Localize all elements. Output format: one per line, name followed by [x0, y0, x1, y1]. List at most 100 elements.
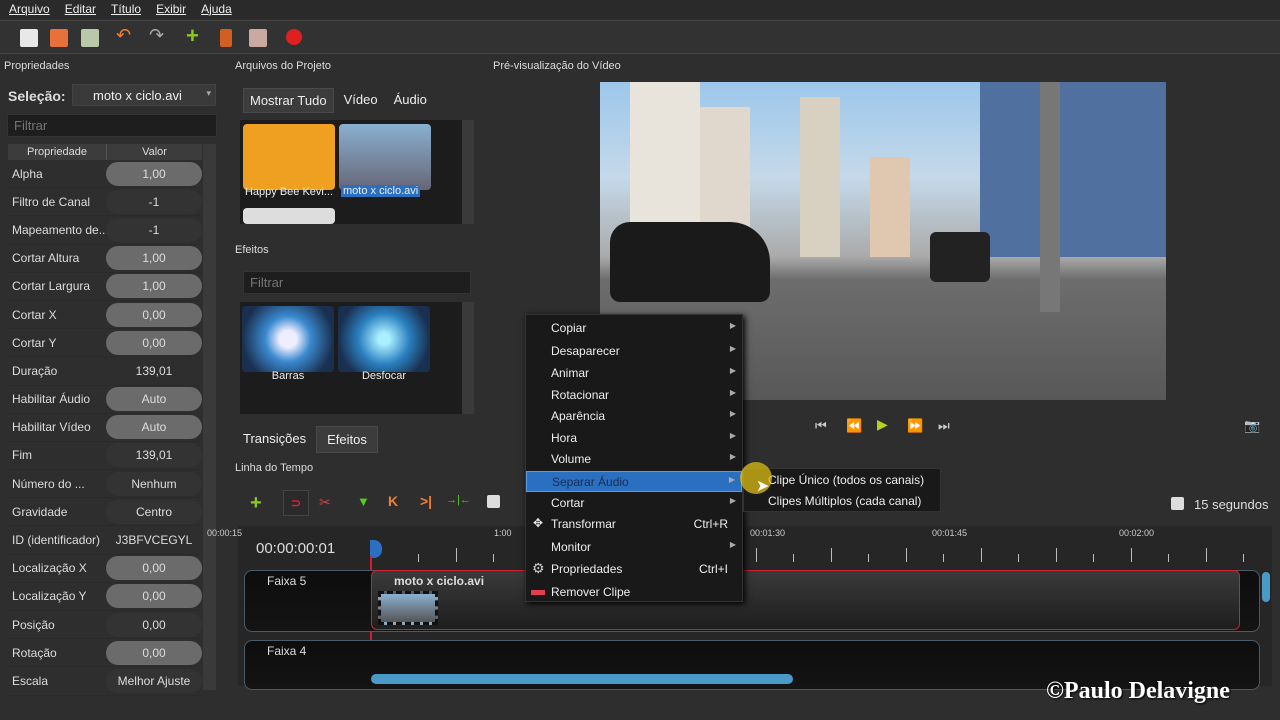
menu-item-multiple-clips[interactable]: Clipes Múltiplos (cada canal)	[744, 491, 940, 512]
effect-thumbnail[interactable]	[242, 306, 334, 372]
property-value[interactable]: 0,00	[106, 584, 202, 609]
track-name: Faixa 4	[267, 644, 307, 658]
menu-ajuda[interactable]: Ajuda	[192, 0, 238, 18]
camera-icon[interactable]: 📷	[1244, 418, 1260, 434]
razor-icon[interactable]: ✂	[319, 494, 331, 511]
effect-name[interactable]: Barras	[242, 370, 334, 382]
fullscreen-icon[interactable]	[249, 29, 267, 47]
col-value[interactable]: Valor	[106, 144, 202, 160]
property-name: Duração	[12, 363, 58, 378]
rewind-icon[interactable]: ⏪	[846, 418, 862, 434]
menu-item-propriedades[interactable]: Propriedades Ctrl+I ⚙	[526, 559, 742, 580]
property-value[interactable]: 0,00	[106, 330, 202, 355]
property-value[interactable]: Melhor Ajuste	[106, 668, 202, 693]
property-value[interactable]: 0,00	[106, 556, 202, 581]
zoom-slider-handle[interactable]	[1171, 497, 1184, 510]
property-row: ID (identificador) J3BFVCEGYL	[8, 526, 202, 555]
property-row: Localização X 0,00	[8, 555, 202, 583]
property-value[interactable]: Centro	[106, 499, 202, 524]
ruler-tick	[943, 554, 944, 562]
menu-editar[interactable]: Editar	[56, 0, 102, 18]
property-value[interactable]: 139,01	[106, 443, 202, 468]
properties-filter-input[interactable]	[7, 114, 217, 137]
effects-scrollbar[interactable]	[462, 302, 474, 414]
project-files-scrollbar[interactable]	[462, 120, 474, 224]
add-marker-icon[interactable]: ▼	[357, 494, 370, 509]
menu-item-hora[interactable]: Hora ▶	[526, 428, 742, 449]
timeline-vertical-scrollbar[interactable]	[1262, 572, 1270, 602]
property-value[interactable]: Auto	[106, 415, 202, 440]
play-icon[interactable]: ▶	[877, 416, 888, 433]
tab-show-all[interactable]: Mostrar Tudo	[243, 88, 334, 113]
new-project-icon[interactable]	[20, 29, 38, 47]
menu-item-transformar[interactable]: Transformar Ctrl+R ✥	[526, 514, 742, 535]
file-thumbnail[interactable]	[243, 124, 335, 190]
center-timeline-icon[interactable]: →|←	[446, 494, 471, 506]
menu-arquivo[interactable]: Arquivo	[0, 0, 56, 18]
property-value[interactable]: Nenhum	[106, 471, 202, 496]
add-track-icon[interactable]: +	[250, 492, 262, 515]
file-thumbnail[interactable]	[339, 124, 431, 190]
tab-audio[interactable]: Áudio	[388, 88, 433, 113]
menu-item-animar[interactable]: Animar ▶	[526, 363, 742, 384]
menu-item-rotacionar[interactable]: Rotacionar ▶	[526, 385, 742, 406]
fast-forward-icon[interactable]: ⏩	[907, 418, 923, 434]
properties-table: Propriedade Valor Alpha 1,00 Filtro de Cana…	[8, 144, 202, 696]
ruler-label: 00:01:30	[750, 528, 786, 538]
menu-item-desaparecer[interactable]: Desaparecer ▶	[526, 341, 742, 362]
menu-exibir[interactable]: Exibir	[147, 0, 192, 18]
next-marker-icon[interactable]: >|	[420, 493, 432, 509]
property-value[interactable]: 1,00	[106, 161, 202, 186]
property-row: Mapeamento de... -1	[8, 216, 202, 245]
menu-item-single-clip[interactable]: Clipe Único (todos os canais)	[744, 470, 940, 491]
menu-item-cortar[interactable]: Cortar ▶	[526, 493, 742, 514]
export-video-icon[interactable]	[286, 29, 302, 45]
redo-icon[interactable]: ↷	[149, 25, 167, 45]
property-value[interactable]: 1,00	[106, 274, 202, 299]
properties-title: Propriedades	[4, 60, 70, 72]
timeline-horizontal-scrollbar[interactable]	[371, 674, 793, 684]
effect-name[interactable]: Desfocar	[338, 370, 430, 382]
save-project-icon[interactable]	[81, 29, 99, 47]
menu-item-apar-ncia[interactable]: Aparência ▶	[526, 406, 742, 427]
property-value[interactable]: -1	[106, 189, 202, 214]
property-value[interactable]: -1	[106, 217, 202, 242]
menu-item-separar-udio[interactable]: Separar Áudio ▶	[526, 471, 742, 492]
property-name: Fim	[12, 448, 32, 463]
property-value[interactable]: J3BFVCEGYL	[106, 528, 202, 552]
col-property[interactable]: Propriedade	[8, 144, 106, 160]
property-value[interactable]: 0,00	[106, 612, 202, 637]
menu-titulo[interactable]: Título	[102, 0, 147, 18]
effects-filter-input[interactable]	[243, 271, 471, 294]
effect-thumbnail[interactable]	[338, 306, 430, 372]
menu-item-remover-clipe[interactable]: Remover Clipe	[526, 582, 742, 603]
property-value[interactable]: Auto	[106, 387, 202, 412]
profile-icon[interactable]	[220, 29, 232, 47]
file-name[interactable]: Happy Bee Kevi...	[243, 186, 335, 198]
property-value[interactable]: 0,00	[106, 640, 202, 665]
property-row: Cortar Altura 1,00	[8, 245, 202, 273]
property-value[interactable]: 0,00	[106, 302, 202, 327]
property-value[interactable]: 1,00	[106, 246, 202, 271]
open-project-icon[interactable]	[50, 29, 68, 47]
snap-magnet-icon[interactable]: ⊃	[283, 490, 309, 516]
jump-start-icon[interactable]: ⏮	[815, 418, 827, 434]
tab-video[interactable]: Vídeo	[338, 88, 384, 113]
jump-end-icon[interactable]: ⏭	[938, 418, 950, 434]
file-name-selected[interactable]: moto x ciclo.avi	[341, 185, 421, 197]
property-value[interactable]: 139,01	[106, 359, 202, 383]
zoom-in-icon[interactable]	[487, 495, 500, 508]
property-name: Localização X	[12, 561, 87, 576]
menu-item-monitor[interactable]: Monitor ▶	[526, 537, 742, 558]
undo-icon[interactable]: ↶	[116, 25, 134, 45]
import-files-icon[interactable]: +	[186, 23, 204, 48]
menu-item-copiar[interactable]: Copiar ▶	[526, 318, 742, 339]
properties-scrollbar[interactable]	[203, 144, 216, 690]
clip-moto-x-ciclo[interactable]: moto x ciclo.avi	[371, 570, 1240, 630]
tab-transitions[interactable]: Transições	[233, 426, 316, 453]
tab-effects[interactable]: Efeitos	[316, 426, 378, 453]
menu-item-label: Desaparecer	[551, 344, 620, 358]
selection-dropdown[interactable]: moto x ciclo.avi ▾	[72, 84, 216, 106]
menu-item-volume[interactable]: Volume ▶	[526, 449, 742, 470]
previous-marker-icon[interactable]: K	[388, 493, 398, 509]
